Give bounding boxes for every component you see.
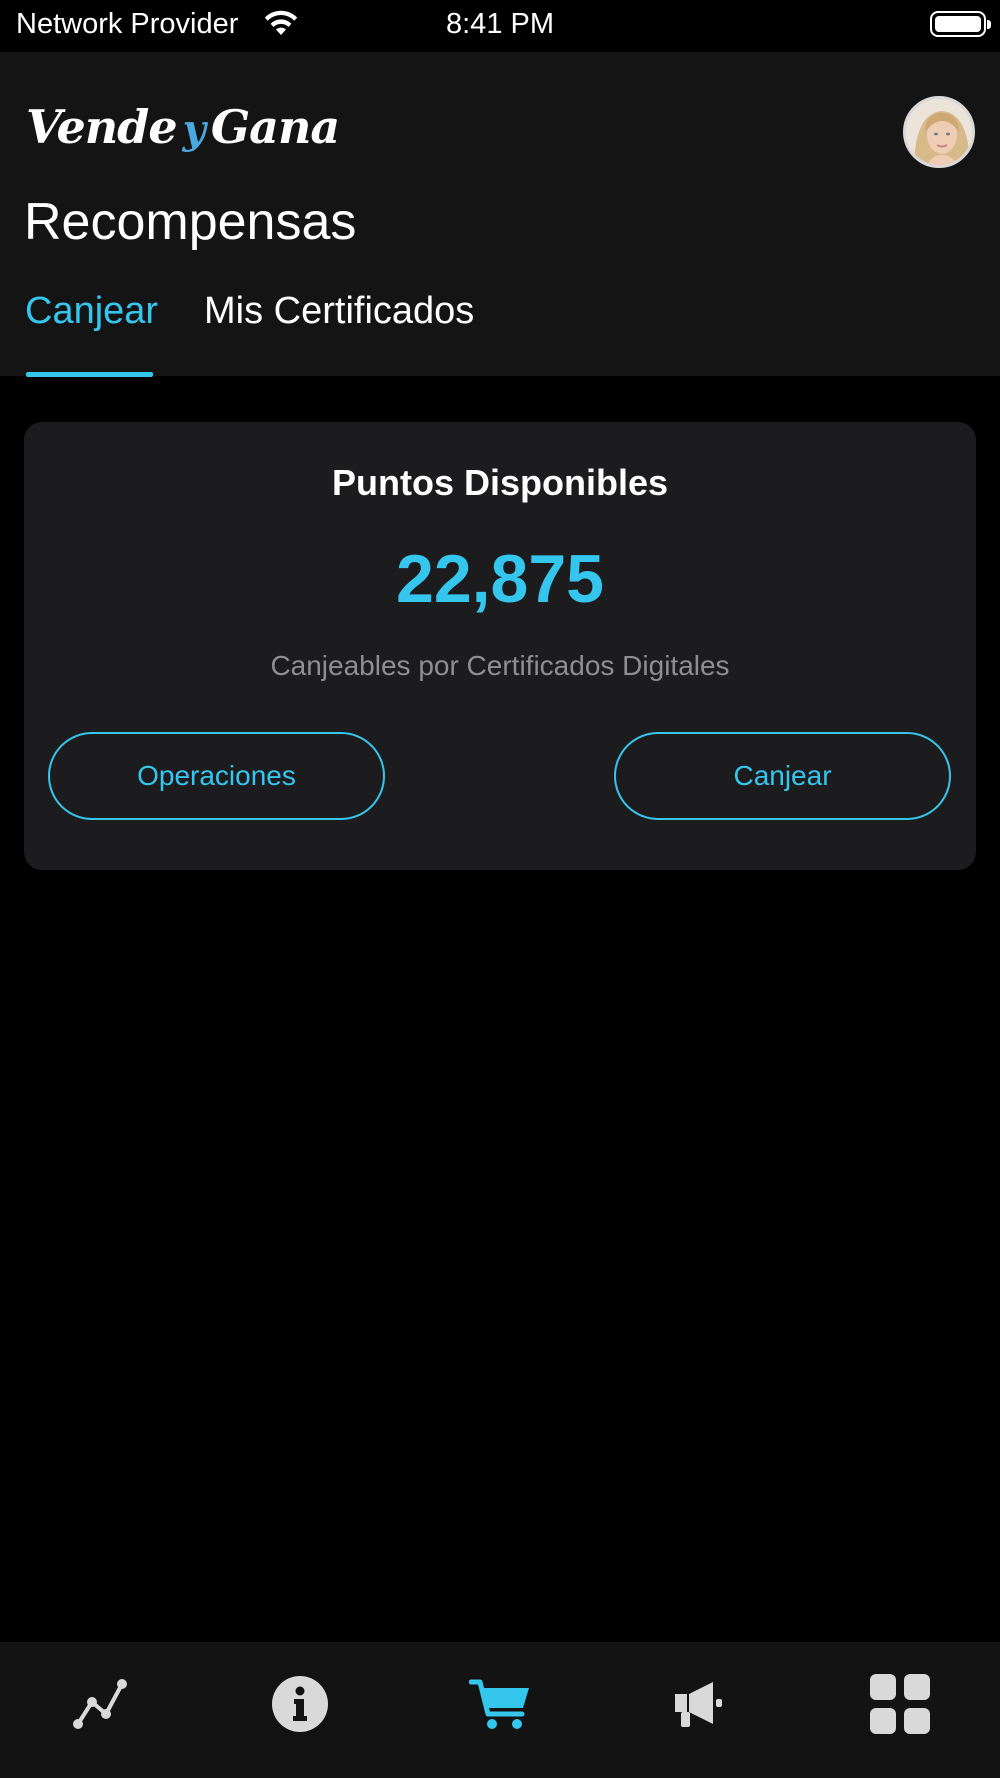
nav-info[interactable] xyxy=(268,1672,332,1736)
battery-full-icon xyxy=(930,11,991,37)
page-title: Recompensas xyxy=(24,193,357,251)
clock: 8:41 PM xyxy=(446,8,554,40)
header: Vende y Gana Recompensas Canjear Mis Certi… xyxy=(0,52,1000,377)
user-avatar[interactable] xyxy=(903,96,975,168)
points-card: Puntos Disponibles 22,875 Canjeables por… xyxy=(24,422,976,870)
info-icon xyxy=(272,1676,328,1732)
nav-stats[interactable] xyxy=(68,1672,132,1736)
operations-button[interactable]: Operaciones xyxy=(48,732,385,820)
nav-rewards[interactable] xyxy=(468,1672,532,1736)
points-value: 22,875 xyxy=(396,541,604,617)
tab-canjear[interactable]: Canjear xyxy=(25,290,158,333)
cart-icon xyxy=(469,1679,529,1729)
logo-word-vende: Vende xyxy=(26,100,178,154)
nav-more[interactable] xyxy=(868,1672,932,1736)
status-bar: Network Provider 8:41 PM xyxy=(0,0,1000,52)
avatar-portrait xyxy=(906,99,972,165)
active-tab-indicator xyxy=(26,372,153,377)
points-card-subtitle: Canjeables por Certificados Digitales xyxy=(270,650,730,681)
tab-mis-certificados[interactable]: Mis Certificados xyxy=(204,290,474,333)
grid-icon xyxy=(870,1674,930,1734)
bottom-nav xyxy=(0,1642,1000,1778)
app-screen: Network Provider 8:41 PM Vende y Gana Re… xyxy=(0,0,1000,1778)
logo-word-y: y xyxy=(182,106,206,153)
megaphone-icon xyxy=(675,1682,722,1727)
nav-announcements[interactable] xyxy=(668,1672,732,1736)
points-card-title: Puntos Disponibles xyxy=(331,462,669,503)
app-logo: Vende y Gana xyxy=(26,100,340,154)
trend-line-icon xyxy=(73,1679,127,1729)
logo-word-gana: Gana xyxy=(210,100,340,154)
tab-bar: Canjear Mis Certificados xyxy=(0,290,1000,377)
redeem-button[interactable]: Canjear xyxy=(614,732,951,820)
